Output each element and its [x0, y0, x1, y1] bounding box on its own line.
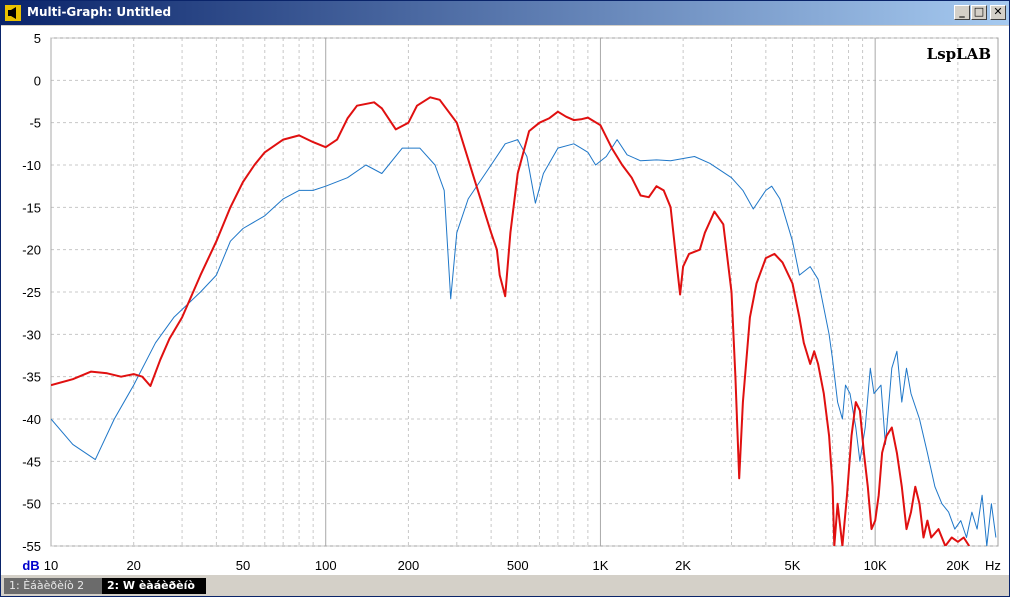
x-tick-label: 5K — [785, 558, 801, 573]
tab-graph-2[interactable]: 2: W èàáèðèíò — [102, 578, 206, 594]
graph-tabs: 1: Èáàèðèíò 2 2: W èàáèðèíò — [1, 576, 1009, 596]
y-tick-label: -50 — [22, 497, 41, 512]
x-tick-label: 2K — [675, 558, 691, 573]
y-tick-label: -35 — [22, 370, 41, 385]
y-axis-unit: dB — [22, 558, 39, 573]
y-tick-label: -10 — [22, 158, 41, 173]
minimize-button[interactable]: _ — [954, 5, 970, 20]
y-tick-label: -55 — [22, 539, 41, 554]
y-tick-label: -5 — [29, 116, 41, 131]
x-tick-label: 20K — [946, 558, 969, 573]
x-tick-label: 100 — [315, 558, 337, 573]
tab-graph-1[interactable]: 1: Èáàèðèíò 2 — [4, 578, 107, 594]
x-tick-label: 50 — [236, 558, 250, 573]
frequency-response-chart: 50-5-10-15-20-25-30-35-40-45-50-5510 20 50… — [22, 31, 1001, 573]
x-tick-label: 20 — [126, 558, 140, 573]
speaker-icon — [5, 5, 21, 21]
y-tick-label: -20 — [22, 243, 41, 258]
y-tick-label: -15 — [22, 200, 41, 215]
x-axis-unit: Hz — [985, 558, 1001, 573]
x-tick-label: 200 — [398, 558, 420, 573]
maximize-button[interactable]: □ — [971, 5, 987, 20]
y-tick-label: -45 — [22, 454, 41, 469]
title-bar[interactable]: Multi-Graph: Untitled _ □ ✕ — [1, 1, 1009, 25]
close-button[interactable]: ✕ — [990, 5, 1006, 20]
y-tick-label: 5 — [34, 31, 41, 46]
y-tick-label: -40 — [22, 412, 41, 427]
x-tick-label: 10 — [44, 558, 58, 573]
brand-logo: LspLAB — [927, 45, 991, 63]
window-title: Multi-Graph: Untitled — [27, 5, 172, 19]
x-tick-label: 10K — [864, 558, 887, 573]
x-tick-label: 500 — [507, 558, 529, 573]
y-tick-label: 0 — [34, 73, 41, 88]
x-tick-label: 1K — [592, 558, 608, 573]
y-tick-label: -25 — [22, 285, 41, 300]
y-tick-label: -30 — [22, 327, 41, 342]
multi-graph-window: Multi-Graph: Untitled _ □ ✕ 5 0 -5 -10 -15 -2… — [0, 0, 1010, 597]
plot-area: 5 0 -5 -10 -15 -20 -25 -30 -35 -40 -45 -50 -55 10 20 50… — [1, 26, 1009, 575]
